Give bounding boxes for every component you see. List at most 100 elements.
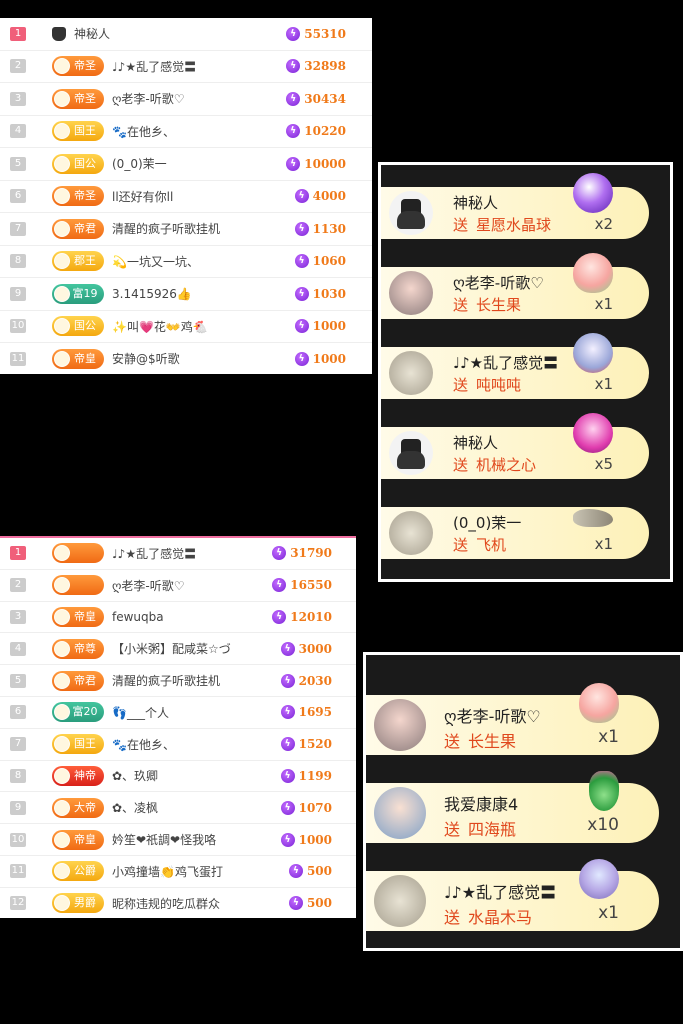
gift-message[interactable]: (0_0)茉一送飞机 x1 [381,507,649,559]
rank-row[interactable]: 8 神帝 ✿、玖卿 ϟ 1199 [0,761,356,793]
user-avatar[interactable] [389,191,433,235]
score-value: 2030 [298,673,332,688]
gift-verb: 送 [444,732,461,751]
user-name[interactable]: ღ老李-听歌♡ [112,90,185,107]
rank-number: 11 [10,864,26,879]
user-name[interactable]: 【小米粥】配咸菜☆づ [112,640,231,657]
rank-badge: 大帝 [52,797,104,818]
badge-emblem-icon [54,123,70,140]
badge-emblem-icon [54,863,70,880]
rank-row[interactable]: 5 国公 (0_0)茉一 ϟ 10000 [0,148,372,181]
rank-badge [52,575,104,596]
user-name[interactable]: 安静@$听歌 [112,350,180,367]
user-name[interactable]: (0_0)茉一 [112,155,167,172]
user-name[interactable]: 💫一坑又一坑、 [112,253,199,270]
gift-message[interactable]: ♩♪★乱了感觉〓送水晶木马 x1 [366,859,659,931]
rank-number: 12 [10,896,26,911]
gift-message[interactable]: ♩♪★乱了感觉〓送吨吨吨 x1 [381,333,649,399]
user-name[interactable]: 清醒的疯子听歌挂机 [112,672,220,689]
user-name[interactable]: ღ老李-听歌♡ [112,577,185,594]
rank-row[interactable]: 8 郡王 💫一坑又一坑、 ϟ 1060 [0,246,372,278]
user-name[interactable]: 小鸡撞墙👏鸡飞蛋打 [112,863,223,880]
rank-number: 5 [10,673,26,688]
score: ϟ 55310 [286,26,346,41]
badge-title: 帝圣 [74,189,96,203]
user-name[interactable]: 3.1415926👍 [112,287,192,301]
badge-title: 男爵 [74,896,96,910]
user-name[interactable]: 神秘人 [74,25,110,42]
rank-badge: 富19 [52,283,104,304]
user-avatar[interactable] [389,271,433,315]
user-avatar[interactable] [389,351,433,395]
user-avatar[interactable] [374,875,426,927]
rank-row[interactable]: 9 富19 3.1415926👍 ϟ 1030 [0,278,372,311]
gift-quantity: x1 [598,727,619,747]
rank-row[interactable]: 4 国王 🐾在他乡、 ϟ 10220 [0,116,372,148]
rank-row[interactable]: 10 帝皇 妗笙❤祇調❤怪我咯 ϟ 1000 [0,824,356,856]
rank-row[interactable]: 3 帝圣 ღ老李-听歌♡ ϟ 30434 [0,83,372,116]
rank-badge: 神帝 [52,765,104,786]
score-value: 500 [306,896,332,911]
rank-row[interactable]: 12 男爵 昵称违规的吃瓜群众 ϟ 500 [0,888,356,918]
score: ϟ 500 [288,864,332,879]
user-name[interactable]: fewuqba [112,610,164,624]
user-avatar[interactable] [374,787,426,839]
score-value: 1070 [298,800,332,815]
bolt-icon: ϟ [280,641,295,656]
rank-row[interactable]: 5 帝君 清醒的疯子听歌挂机 ϟ 2030 [0,665,356,697]
rank-row[interactable]: 2 ღ老李-听歌♡ ϟ 16550 [0,570,356,602]
gift-message[interactable]: ღ老李-听歌♡ 送长生果 x1 [366,683,659,755]
score-value: 31790 [290,546,332,561]
user-name[interactable]: ✨叫💗花👐鸡🐔 [112,318,208,335]
rank-row[interactable]: 7 帝君 清醒的疯子听歌挂机 ϟ 1130 [0,213,372,246]
rank-badge: 帝圣 [52,56,104,77]
rank-number: 3 [10,609,26,624]
user-name[interactable]: ll还好有你ll [112,188,173,205]
user-name[interactable]: ♩♪★乱了感觉〓 [112,58,196,75]
rank-row[interactable]: 6 帝圣 ll还好有你ll ϟ 4000 [0,181,372,213]
rank-badge [52,543,104,564]
rank-row[interactable]: 6 富20 👣___个人 ϟ 1695 [0,697,356,729]
user-avatar[interactable] [374,699,426,751]
user-name[interactable]: 🐾在他乡、 [112,736,175,753]
rank-row[interactable]: 4 帝尊 【小米粥】配咸菜☆づ ϟ 3000 [0,633,356,666]
user-avatar[interactable] [389,511,433,555]
user-name[interactable]: ✿、玖卿 [112,767,158,784]
rank-row[interactable]: 2 帝圣 ♩♪★乱了感觉〓 ϟ 32898 [0,51,372,83]
gift-message[interactable]: 我爱康康4 送四海瓶 x10 [366,771,659,843]
user-avatar[interactable] [389,431,433,475]
user-name[interactable]: 👣___个人 [112,704,169,721]
rank-row[interactable]: 10 国公 ✨叫💗花👐鸡🐔 ϟ 1000 [0,311,372,343]
user-name[interactable]: 🐾在他乡、 [112,123,175,140]
gift-action: 送四海瓶 [444,816,516,840]
badge-title: 帝圣 [74,91,96,105]
user-name[interactable]: ♩♪★乱了感觉〓 [112,545,196,562]
user-name[interactable]: 清醒的疯子听歌挂机 [112,220,220,237]
sender-name: ღ老李-听歌♡ [453,274,544,292]
gift-name: 星愿水晶球 [476,216,552,234]
rank-badge: 帝君 [52,218,104,239]
gift-message[interactable]: ღ老李-听歌♡ 送长生果 x1 [381,253,649,319]
gift-message[interactable]: 神秘人送星愿水晶球 x2 [381,173,649,239]
rank-badge: 帝尊 [52,638,104,659]
bolt-icon: ϟ [280,832,295,847]
rank-row[interactable]: 9 大帝 ✿、凌枫 ϟ 1070 [0,792,356,825]
user-name[interactable]: 妗笙❤祇調❤怪我咯 [112,831,216,848]
gift-quantity: x2 [594,215,613,233]
gift-message[interactable]: 神秘人送机械之心 x5 [381,413,649,479]
bolt-icon: ϟ [272,546,287,561]
user-name[interactable]: ✿、凌枫 [112,799,158,816]
rank-row[interactable]: 3 帝皇 fewuqba ϟ 12010 [0,602,356,634]
score: ϟ 10220 [286,124,346,139]
rank-row[interactable]: 11 帝皇 安静@$听歌 ϟ 1000 [0,343,372,374]
rank-row[interactable]: 1 神秘人 ϟ 55310 [0,18,372,51]
score-value: 1520 [298,737,332,752]
score-value: 10220 [304,124,346,139]
rank-row[interactable]: 11 公爵 小鸡撞墙👏鸡飞蛋打 ϟ 500 [0,856,356,888]
badge-title: 帝皇 [74,609,96,623]
rank-row[interactable]: 7 国王 🐾在他乡、 ϟ 1520 [0,729,356,761]
rank-row[interactable]: 1 ♩♪★乱了感觉〓 ϟ 31790 [0,538,356,570]
rank-badge: 帝圣 [52,186,104,207]
rank-badge: 国公 [52,316,104,337]
user-name[interactable]: 昵称违规的吃瓜群众 [112,895,220,912]
